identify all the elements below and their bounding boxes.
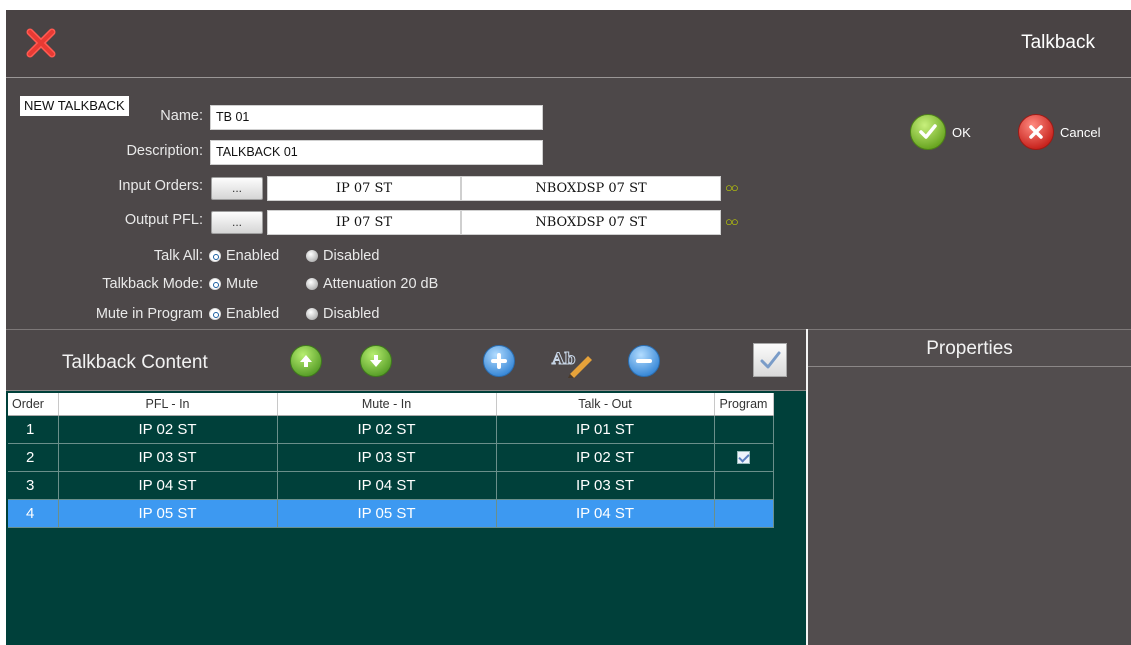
name-label: Name: bbox=[160, 108, 203, 124]
talk-out-cell: IP 01 ST bbox=[496, 415, 715, 444]
input-orders-source-field[interactable]: IP 07 ST bbox=[267, 176, 461, 201]
mute-in-program-disabled-radio[interactable]: Disabled bbox=[306, 306, 379, 322]
pfl-in-cell: IP 03 ST bbox=[58, 443, 278, 472]
input-orders-label: Input Orders: bbox=[118, 178, 203, 194]
properties-title: Properties bbox=[808, 329, 1131, 367]
input-orders-browse-button[interactable]: ... bbox=[211, 177, 263, 200]
program-cell[interactable] bbox=[714, 499, 774, 528]
talk-out-cell: IP 04 ST bbox=[496, 499, 715, 528]
link-icon[interactable]: ○○ bbox=[725, 180, 739, 195]
column-header-program[interactable]: Program bbox=[714, 393, 774, 416]
output-pfl-browse-button[interactable]: ... bbox=[211, 211, 263, 234]
talk-all-disabled-radio[interactable]: Disabled bbox=[306, 248, 379, 264]
order-cell: 2 bbox=[8, 443, 59, 472]
link-icon[interactable]: ○○ bbox=[725, 214, 739, 229]
close-icon[interactable] bbox=[24, 26, 58, 60]
rename-icon[interactable]: Ab bbox=[550, 344, 594, 378]
column-header-order[interactable]: Order bbox=[8, 393, 59, 416]
new-talkback-tag: NEW TALKBACK bbox=[20, 96, 129, 116]
pfl-in-cell: IP 04 ST bbox=[58, 471, 278, 500]
description-label: Description: bbox=[126, 143, 203, 159]
table-row[interactable]: 3 IP 04 ST IP 04 ST IP 03 ST bbox=[8, 471, 774, 500]
talkback-mode-attenuation-radio[interactable]: Attenuation 20 dB bbox=[306, 276, 438, 292]
talkback-window: Talkback NEW TALKBACK Name: TB 01 Descri… bbox=[6, 10, 1131, 645]
ok-button[interactable]: OK bbox=[910, 114, 971, 150]
check-icon bbox=[910, 114, 946, 150]
cancel-button[interactable]: Cancel bbox=[1018, 114, 1100, 150]
move-down-icon[interactable] bbox=[360, 345, 392, 377]
talkback-mode-mute-radio[interactable]: Mute bbox=[209, 276, 258, 292]
window-title: Talkback bbox=[1021, 32, 1095, 53]
program-cell[interactable] bbox=[714, 443, 774, 472]
table-row[interactable]: 1 IP 02 ST IP 02 ST IP 01 ST bbox=[8, 415, 774, 444]
program-checkbox[interactable] bbox=[737, 451, 750, 465]
radio-unselected-icon bbox=[306, 250, 318, 262]
order-cell: 1 bbox=[8, 415, 59, 444]
add-icon[interactable] bbox=[483, 345, 515, 377]
mute-in-cell: IP 04 ST bbox=[277, 471, 497, 500]
order-cell: 4 bbox=[8, 499, 59, 528]
table-row[interactable]: 2 IP 03 ST IP 03 ST IP 02 ST bbox=[8, 443, 774, 472]
move-up-icon[interactable] bbox=[290, 345, 322, 377]
pfl-in-cell: IP 02 ST bbox=[58, 415, 278, 444]
output-pfl-device-field[interactable]: NBOXDSP 07 ST bbox=[461, 210, 721, 235]
mute-in-program-enabled-radio[interactable]: Enabled bbox=[209, 306, 279, 322]
mute-in-cell: IP 02 ST bbox=[277, 415, 497, 444]
input-orders-device-field[interactable]: NBOXDSP 07 ST bbox=[461, 176, 721, 201]
talkback-content-panel: Talkback Content Ab Order PFL - In Mute … bbox=[6, 329, 806, 645]
description-field[interactable]: TALKBACK 01 bbox=[210, 140, 543, 165]
talkback-mode-label: Talkback Mode: bbox=[102, 276, 203, 292]
column-header-mute-in[interactable]: Mute - In bbox=[277, 393, 497, 416]
talkback-table: Order PFL - In Mute - In Talk - Out Prog… bbox=[8, 393, 774, 528]
table-row-selected[interactable]: 4 IP 05 ST IP 05 ST IP 04 ST bbox=[8, 499, 774, 528]
program-cell[interactable] bbox=[714, 415, 774, 444]
output-pfl-source-field[interactable]: IP 07 ST bbox=[267, 210, 461, 235]
mute-in-cell: IP 03 ST bbox=[277, 443, 497, 472]
properties-panel: Properties bbox=[806, 329, 1131, 645]
talk-all-label: Talk All: bbox=[153, 248, 203, 264]
talkback-content-grid: Order PFL - In Mute - In Talk - Out Prog… bbox=[6, 391, 806, 645]
content-title: Talkback Content bbox=[62, 352, 208, 373]
output-pfl-label: Output PFL: bbox=[124, 212, 203, 228]
program-cell[interactable] bbox=[714, 471, 774, 500]
talk-out-cell: IP 03 ST bbox=[496, 471, 715, 500]
column-header-pfl-in[interactable]: PFL - In bbox=[58, 393, 278, 416]
mute-in-program-label: Mute in Program bbox=[95, 306, 203, 322]
name-field[interactable]: TB 01 bbox=[210, 105, 543, 130]
remove-icon[interactable] bbox=[628, 345, 660, 377]
radio-unselected-icon bbox=[306, 278, 318, 290]
pfl-in-cell: IP 05 ST bbox=[58, 499, 278, 528]
content-toolbar: Talkback Content Ab bbox=[6, 329, 806, 391]
talk-all-enabled-radio[interactable]: Enabled bbox=[209, 248, 279, 264]
order-cell: 3 bbox=[8, 471, 59, 500]
title-bar: Talkback bbox=[6, 10, 1131, 78]
radio-unselected-icon bbox=[306, 308, 318, 320]
column-header-talk-out[interactable]: Talk - Out bbox=[496, 393, 715, 416]
radio-selected-icon bbox=[209, 308, 221, 320]
mute-in-cell: IP 05 ST bbox=[277, 499, 497, 528]
table-header-row: Order PFL - In Mute - In Talk - Out Prog… bbox=[8, 393, 774, 416]
talk-out-cell: IP 02 ST bbox=[496, 443, 715, 472]
check-icon[interactable] bbox=[753, 343, 787, 377]
radio-selected-icon bbox=[209, 250, 221, 262]
close-icon bbox=[1018, 114, 1054, 150]
radio-selected-icon bbox=[209, 278, 221, 290]
svg-text:Ab: Ab bbox=[551, 349, 576, 368]
